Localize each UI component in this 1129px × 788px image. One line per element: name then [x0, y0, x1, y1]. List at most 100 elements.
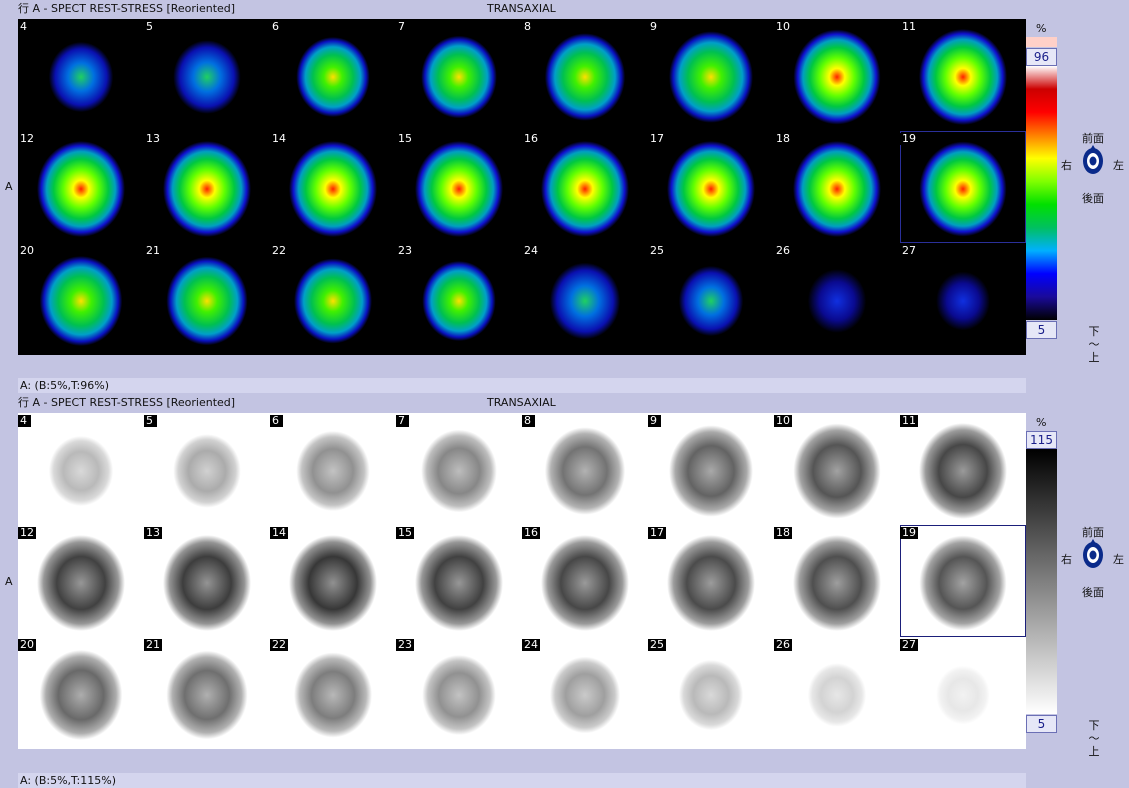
slice-cell[interactable]: 6 [270, 413, 396, 525]
slice-cell[interactable]: 23 [396, 243, 522, 355]
slice-cell[interactable]: 9 [648, 19, 774, 131]
brain-slice-image [549, 262, 621, 340]
slice-cell[interactable]: 11 [900, 19, 1026, 131]
axis-sep: ～ [1088, 732, 1100, 745]
brain-tissue-blob [296, 36, 370, 118]
brain-tissue-blob [667, 535, 755, 631]
slice-cell[interactable]: 27 [900, 243, 1026, 355]
brain-slice-image [919, 141, 1007, 237]
brain-slice-image [793, 141, 881, 237]
brain-slice-image [549, 656, 621, 734]
slice-cell[interactable]: 5 [144, 19, 270, 131]
slice-cell[interactable]: 26 [774, 637, 900, 749]
brain-tissue-blob [678, 265, 744, 337]
slice-cell[interactable]: 19 [900, 131, 1026, 243]
bottom-panel-title: 行 A - SPECT REST-STRESS [Reoriented] [18, 396, 236, 409]
brain-slice-image [421, 35, 497, 119]
slice-cell[interactable]: 13 [144, 525, 270, 637]
slice-cell[interactable]: 10 [774, 19, 900, 131]
bottom-slice-grid: 4 5 6 7 8 9 10 11 12 13 14 15 16 17 18 19 20 21 22 23 24 25 26… [18, 413, 1026, 749]
brain-slice-image [48, 41, 114, 113]
axis-from: 下 [1088, 719, 1100, 732]
orient-bottom-label: 後面 [1082, 192, 1104, 205]
slice-cell[interactable]: 25 [648, 243, 774, 355]
slice-cell[interactable]: 17 [648, 525, 774, 637]
slice-cell[interactable]: 22 [270, 243, 396, 355]
brain-tissue-blob [166, 256, 248, 346]
brain-slice-image [163, 535, 251, 631]
brain-tissue-blob [544, 427, 626, 515]
slice-cell[interactable]: 4 [18, 19, 144, 131]
slice-cell[interactable]: 17 [648, 131, 774, 243]
slice-cell[interactable]: 23 [396, 637, 522, 749]
brain-slice-image [48, 435, 114, 507]
slice-cell[interactable]: 10 [774, 413, 900, 525]
slice-cell[interactable]: 9 [648, 413, 774, 525]
brain-tissue-blob [919, 535, 1007, 631]
slice-cell[interactable]: 16 [522, 525, 648, 637]
slice-cell[interactable]: 18 [774, 131, 900, 243]
bottom-scale-max[interactable]: 115 [1026, 431, 1057, 449]
brain-slice-image [541, 141, 629, 237]
slice-cell[interactable]: 15 [396, 131, 522, 243]
slice-cell[interactable]: 8 [522, 413, 648, 525]
slice-cell[interactable]: 20 [18, 243, 144, 355]
slice-cell[interactable]: 16 [522, 131, 648, 243]
brain-slice-image [936, 665, 990, 725]
slice-cell[interactable]: 4 [18, 413, 144, 525]
slice-cell[interactable]: 22 [270, 637, 396, 749]
head-orientation-icon [1083, 145, 1103, 174]
slice-cell[interactable]: 11 [900, 413, 1026, 525]
slice-cell[interactable]: 15 [396, 525, 522, 637]
slice-cell[interactable]: 27 [900, 637, 1026, 749]
slice-cell[interactable]: 14 [270, 525, 396, 637]
brain-tissue-blob [48, 41, 114, 113]
slice-cell[interactable]: 20 [18, 637, 144, 749]
slice-cell[interactable]: 8 [522, 19, 648, 131]
slice-cell[interactable]: 21 [144, 243, 270, 355]
brain-slice-image [421, 429, 497, 513]
top-orientation-widget[interactable]: 前面 右 左 後面 [1060, 130, 1126, 206]
brain-tissue-blob [39, 255, 123, 347]
top-scale-overflow-strip [1026, 37, 1057, 47]
brain-slice-image [544, 427, 626, 515]
slice-cell[interactable]: 14 [270, 131, 396, 243]
bottom-colorbar [1026, 449, 1057, 714]
brain-slice-image [37, 141, 125, 237]
slice-cell[interactable]: 18 [774, 525, 900, 637]
brain-slice-image [667, 141, 755, 237]
slice-cell[interactable]: 19 [900, 525, 1026, 637]
slice-number: 4 [18, 21, 31, 33]
slice-number: 9 [648, 21, 661, 33]
slice-number: 9 [648, 415, 661, 427]
brain-tissue-blob [415, 535, 503, 631]
brain-tissue-blob [293, 652, 373, 738]
slice-cell[interactable]: 24 [522, 637, 648, 749]
slice-cell[interactable]: 5 [144, 413, 270, 525]
brain-tissue-blob [173, 40, 241, 114]
slice-cell[interactable]: 24 [522, 243, 648, 355]
slice-cell[interactable]: 12 [18, 131, 144, 243]
brain-tissue-blob [289, 535, 377, 631]
slice-cell[interactable]: 25 [648, 637, 774, 749]
slice-cell[interactable]: 7 [396, 413, 522, 525]
axis-to: 上 [1088, 745, 1100, 758]
brain-slice-image [678, 659, 744, 731]
slice-cell[interactable]: 26 [774, 243, 900, 355]
axis-from: 下 [1088, 325, 1100, 338]
brain-tissue-blob [549, 262, 621, 340]
slice-cell[interactable]: 7 [396, 19, 522, 131]
brain-slice-image [166, 650, 248, 740]
bottom-orientation-widget[interactable]: 前面 右 左 後面 [1060, 524, 1126, 600]
brain-tissue-blob [544, 33, 626, 121]
slice-cell[interactable]: 21 [144, 637, 270, 749]
bottom-scale-min[interactable]: 5 [1026, 715, 1057, 733]
top-scale-min[interactable]: 5 [1026, 321, 1057, 339]
brain-slice-image [793, 535, 881, 631]
top-scale-max[interactable]: 96 [1026, 48, 1057, 66]
slice-cell[interactable]: 13 [144, 131, 270, 243]
orient-left-label: 右 [1061, 159, 1072, 172]
slice-cell[interactable]: 6 [270, 19, 396, 131]
slice-cell[interactable]: 12 [18, 525, 144, 637]
top-row-label: A [5, 180, 13, 193]
